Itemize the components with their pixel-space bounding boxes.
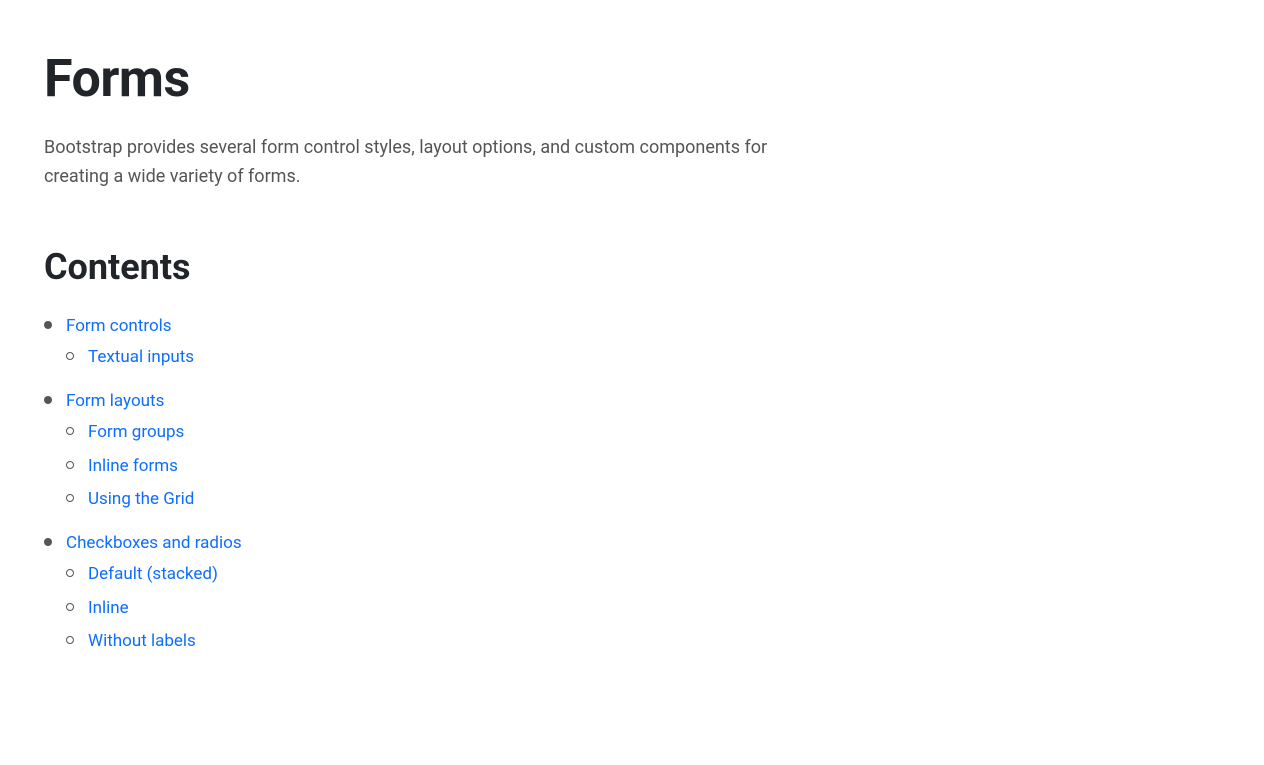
link-inline[interactable]: Inline [88, 596, 129, 622]
list-item-inline-forms: Inline forms [66, 454, 194, 480]
contents-heading: Contents [44, 240, 1220, 294]
list-item-form-controls: Form controls Textual inputs [44, 314, 1220, 379]
link-inline-forms[interactable]: Inline forms [88, 454, 178, 480]
contents-list: Form controls Textual inputs Form layout… [44, 314, 1220, 663]
list-item-inline: Inline [66, 596, 242, 622]
sub-list-checkboxes-and-radios: Default (stacked) Inline Without labels [66, 562, 242, 663]
sub-list-form-layouts: Form groups Inline forms Using the Grid [66, 420, 194, 521]
list-item-textual-inputs: Textual inputs [66, 345, 194, 371]
list-item-without-labels: Without labels [66, 629, 242, 655]
link-using-the-grid[interactable]: Using the Grid [88, 487, 194, 513]
bullet-filled-icon-2 [44, 396, 52, 404]
list-item-form-layouts: Form layouts Form groups Inline forms Us… [44, 389, 1220, 521]
link-textual-inputs[interactable]: Textual inputs [88, 345, 194, 371]
bullet-open-icon [66, 352, 74, 360]
link-checkboxes-and-radios[interactable]: Checkboxes and radios [66, 531, 242, 557]
page-title: Forms [44, 40, 1220, 118]
list-item-default-stacked: Default (stacked) [66, 562, 242, 588]
list-item-using-the-grid: Using the Grid [66, 487, 194, 513]
sub-list-form-controls: Textual inputs [66, 345, 194, 379]
bullet-open-icon-2 [66, 427, 74, 435]
bullet-open-icon-4 [66, 494, 74, 502]
link-form-layouts[interactable]: Form layouts [66, 389, 194, 415]
bullet-filled-icon [44, 321, 52, 329]
page-description: Bootstrap provides several form control … [44, 134, 804, 192]
bullet-filled-icon-3 [44, 538, 52, 546]
link-form-controls[interactable]: Form controls [66, 314, 194, 340]
bullet-open-icon-6 [66, 603, 74, 611]
bullet-open-icon-5 [66, 569, 74, 577]
list-item-form-groups: Form groups [66, 420, 194, 446]
list-item-checkboxes-and-radios: Checkboxes and radios Default (stacked) … [44, 531, 1220, 663]
bullet-open-icon-3 [66, 461, 74, 469]
bullet-open-icon-7 [66, 636, 74, 644]
link-form-groups[interactable]: Form groups [88, 420, 184, 446]
link-without-labels[interactable]: Without labels [88, 629, 196, 655]
link-default-stacked[interactable]: Default (stacked) [88, 562, 218, 588]
